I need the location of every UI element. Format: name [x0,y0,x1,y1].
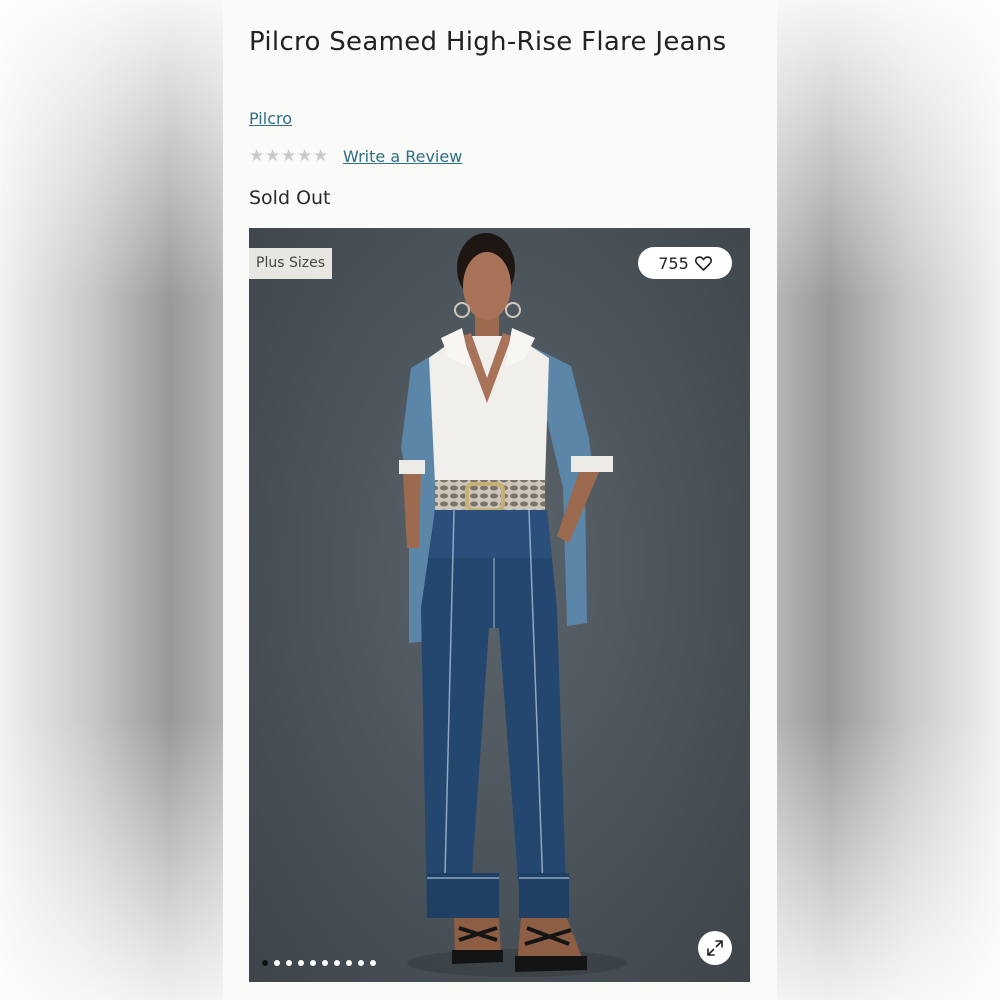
carousel-dot[interactable] [346,960,352,966]
star-icon: ★ [265,146,281,166]
left-backdrop [0,0,223,1000]
availability-status: Sold Out [249,187,331,209]
carousel-dot[interactable] [274,960,280,966]
right-backdrop [777,0,1000,1000]
product-image[interactable]: Plus Sizes 755 [249,228,750,982]
carousel-dot[interactable] [334,960,340,966]
brand-link[interactable]: Pilcro [249,109,292,128]
product-title: Pilcro Seamed High-Rise Flare Jeans [249,27,727,57]
like-count: 755 [658,253,689,273]
star-icon: ★ [281,146,297,166]
rating-row: ★ ★ ★ ★ ★ Write a Review [249,144,462,168]
star-icon: ★ [249,146,265,166]
carousel-dot[interactable] [262,960,268,966]
star-icon: ★ [297,146,313,166]
model-illustration [399,233,627,977]
carousel-dot[interactable] [286,960,292,966]
expand-image-button[interactable] [698,931,732,965]
star-rating: ★ ★ ★ ★ ★ [249,146,329,166]
heart-icon [694,255,712,271]
plus-sizes-badge: Plus Sizes [249,248,332,279]
carousel-dot[interactable] [298,960,304,966]
carousel-dot[interactable] [358,960,364,966]
write-review-link[interactable]: Write a Review [343,147,462,166]
carousel-dot[interactable] [322,960,328,966]
carousel-dots [262,960,376,966]
product-detail-panel: Pilcro Seamed High-Rise Flare Jeans Pilc… [223,0,777,1000]
carousel-dot[interactable] [370,960,376,966]
carousel-dot[interactable] [310,960,316,966]
star-icon: ★ [313,146,329,166]
expand-icon [706,939,724,957]
wishlist-button[interactable]: 755 [638,247,732,279]
